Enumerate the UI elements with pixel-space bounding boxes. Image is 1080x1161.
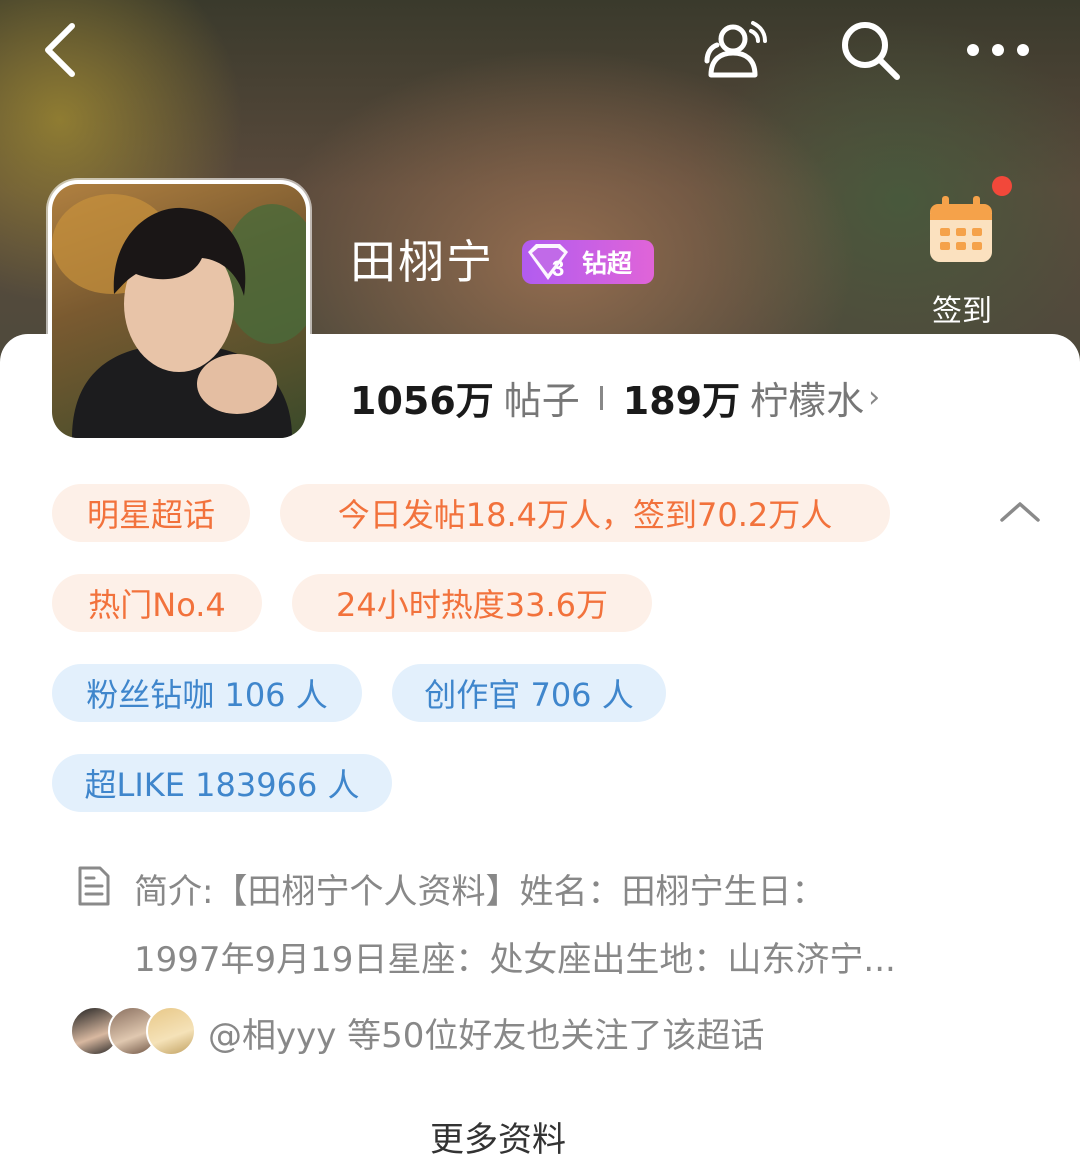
intro-line-1[interactable]: 简介:【田栩宁个人资料】姓名：田栩宁生日： (134, 864, 825, 913)
tag-today-activity[interactable]: 今日发帖18.4万人，签到70.2万人 (280, 484, 890, 542)
avatar (146, 1006, 196, 1056)
chevron-left-icon (45, 23, 75, 77)
svg-text:3: 3 (552, 256, 564, 281)
lemon-label: 柠檬水 (750, 379, 865, 423)
back-button[interactable] (20, 10, 100, 90)
group-button[interactable] (698, 10, 778, 90)
friends-following-text[interactable]: @相yyy 等50位好友也关注了该超话 (208, 1008, 764, 1057)
topic-stats[interactable]: 1056万 帖子 189万 柠檬水 › (350, 370, 880, 425)
notification-dot (992, 176, 1012, 196)
topic-avatar[interactable] (48, 180, 310, 442)
tag-super-like[interactable]: 超LIKE 183966 人 (52, 754, 392, 812)
intro-line-2[interactable]: 1997年9月19日星座：处女座出生地：山东济宁... (134, 932, 896, 981)
top-bar (0, 0, 1080, 100)
posts-label: 帖子 (503, 379, 580, 423)
badge-label: 钻超 (582, 249, 633, 278)
tag-heat[interactable]: 24小时热度33.6万 (292, 574, 652, 632)
topic-name: 田栩宁 (350, 235, 494, 289)
tag-fans[interactable]: 粉丝钻咖 106 人 (52, 664, 362, 722)
posts-count: 1056万 (350, 379, 494, 423)
avatar-photo (52, 184, 306, 438)
diamond-super-badge[interactable]: 3 钻超 (522, 240, 654, 284)
tag-hot-rank[interactable]: 热门No.4 (52, 574, 262, 632)
friends-avatars[interactable] (70, 1006, 200, 1056)
checkin-label: 签到 (932, 294, 992, 329)
lemon-count: 189万 (622, 379, 741, 423)
calendar-icon (930, 196, 992, 262)
diamond-level-icon: 3 (522, 240, 578, 284)
group-icon (704, 21, 767, 78)
more-info-link[interactable]: 更多资料 (430, 1112, 566, 1161)
more-icon (967, 44, 1029, 56)
chevron-right-icon: › (868, 380, 881, 415)
stats-divider (599, 385, 603, 410)
search-button[interactable] (830, 10, 910, 90)
chevron-up-icon[interactable] (996, 492, 1044, 532)
tag-category[interactable]: 明星超话 (52, 484, 250, 542)
search-icon (842, 22, 900, 80)
tag-creators[interactable]: 创作官 706 人 (392, 664, 666, 722)
document-icon (78, 866, 110, 906)
more-button[interactable] (958, 10, 1038, 90)
checkin-button[interactable]: 签到 (912, 176, 1012, 336)
portrait-image (52, 194, 306, 438)
